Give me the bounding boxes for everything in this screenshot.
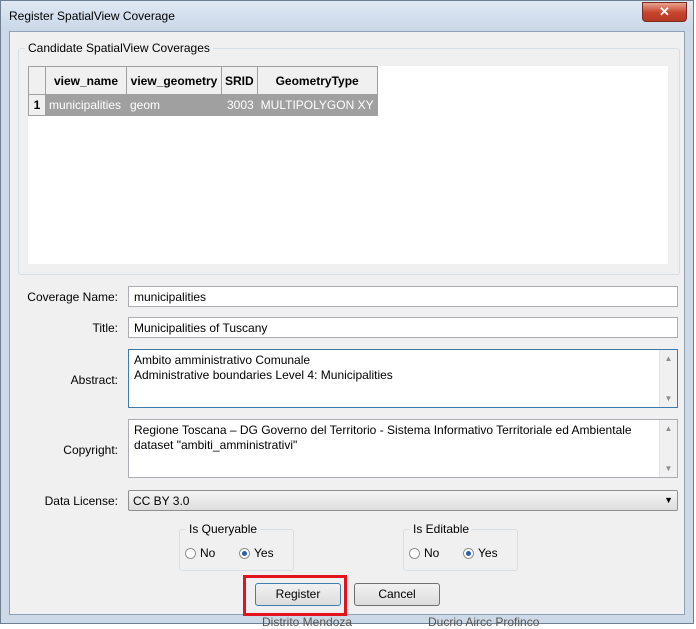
copyright-label: Copyright: bbox=[63, 443, 118, 457]
close-button[interactable]: ✕ bbox=[642, 2, 687, 22]
editable-no-option[interactable]: No bbox=[409, 546, 439, 560]
col-header-geometry-type[interactable]: GeometryType bbox=[256, 66, 378, 95]
queryable-yes-option[interactable]: Yes bbox=[239, 546, 274, 560]
row-number[interactable]: 1 bbox=[28, 94, 46, 116]
col-header-srid[interactable]: SRID bbox=[221, 66, 258, 95]
chevron-down-icon[interactable]: ▼ bbox=[664, 495, 673, 505]
abstract-line-2: Administrative boundaries Level 4: Munic… bbox=[134, 368, 393, 382]
abstract-line-1: Ambito amministrativo Comunale bbox=[134, 353, 311, 367]
title-field[interactable]: Municipalities of Tuscany bbox=[128, 317, 678, 338]
scroll-up-icon[interactable]: ▲ bbox=[660, 350, 677, 367]
scroll-down-icon[interactable]: ▼ bbox=[660, 460, 677, 477]
cell-view-geometry[interactable]: geom bbox=[126, 94, 222, 116]
data-license-value: CC BY 3.0 bbox=[133, 494, 190, 508]
copyright-scrollbar[interactable]: ▲ ▼ bbox=[659, 420, 677, 477]
candidate-group-legend: Candidate SpatialView Coverages bbox=[28, 41, 210, 55]
grid-corner bbox=[28, 66, 46, 95]
editable-no-label[interactable]: No bbox=[424, 546, 439, 560]
background-text-right: Ducrio Aircc Profinco bbox=[428, 615, 540, 629]
queryable-yes-radio[interactable] bbox=[239, 547, 250, 559]
copyright-line-2: dataset "ambiti_amministrativi" bbox=[134, 438, 298, 452]
cell-view-name[interactable]: municipalities bbox=[45, 94, 127, 116]
coverage-name-field[interactable]: municipalities bbox=[128, 286, 678, 307]
editable-yes-radio[interactable] bbox=[463, 547, 474, 559]
editable-yes-label[interactable]: Yes bbox=[478, 546, 498, 560]
queryable-yes-label[interactable]: Yes bbox=[254, 546, 274, 560]
data-license-select[interactable]: CC BY 3.0 ▼ bbox=[128, 490, 678, 511]
cell-srid[interactable]: 3003 bbox=[221, 94, 258, 116]
abstract-field[interactable]: Ambito amministrativo Comunale Administr… bbox=[128, 349, 678, 408]
background-text-left: Distrito Mendoza bbox=[262, 615, 353, 629]
abstract-label: Abstract: bbox=[70, 373, 118, 387]
queryable-no-label[interactable]: No bbox=[200, 546, 215, 560]
col-header-view-name[interactable]: view_name bbox=[45, 66, 127, 95]
scroll-up-icon[interactable]: ▲ bbox=[660, 420, 677, 437]
data-license-label: Data License: bbox=[44, 494, 118, 508]
window-title: Register SpatialView Coverage bbox=[9, 9, 175, 23]
cell-geometry-type[interactable]: MULTIPOLYGON XY bbox=[256, 94, 378, 116]
col-header-view-geometry[interactable]: view_geometry bbox=[126, 66, 222, 95]
coverage-name-label: Coverage Name: bbox=[27, 290, 118, 304]
queryable-legend: Is Queryable bbox=[189, 522, 258, 536]
table-row[interactable]: 1 municipalities geom 3003 MULTIPOLYGON … bbox=[28, 94, 378, 116]
title-label: Title: bbox=[92, 321, 118, 335]
candidate-grid: view_name view_geometry SRID GeometryTyp… bbox=[28, 66, 378, 116]
title-bar[interactable]: Register SpatialView Coverage ✕ bbox=[1, 1, 693, 31]
queryable-no-radio[interactable] bbox=[185, 547, 196, 559]
abstract-scrollbar[interactable]: ▲ ▼ bbox=[659, 350, 677, 407]
editable-yes-option[interactable]: Yes bbox=[463, 546, 498, 560]
highlight-box bbox=[243, 575, 347, 616]
copyright-field[interactable]: Regione Toscana – DG Governo del Territo… bbox=[128, 419, 678, 478]
queryable-no-option[interactable]: No bbox=[185, 546, 215, 560]
editable-no-radio[interactable] bbox=[409, 547, 420, 559]
editable-legend: Is Editable bbox=[413, 522, 470, 536]
copyright-line-1: Regione Toscana – DG Governo del Territo… bbox=[134, 423, 632, 437]
scroll-down-icon[interactable]: ▼ bbox=[660, 390, 677, 407]
cancel-button[interactable]: Cancel bbox=[354, 583, 440, 606]
